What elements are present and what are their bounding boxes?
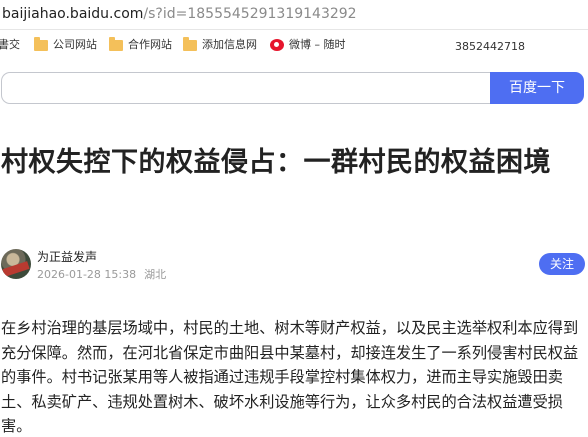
address-bar[interactable]: baijiahao.baidu.com/s?id=185554529131914… [0, 0, 588, 30]
bookmark-label: 微博 – 随时 [289, 38, 346, 51]
bookmark-item[interactable]: 書交 [0, 37, 20, 53]
url-path: /s?id=1855545291319143292 [143, 6, 357, 22]
article-title: 村权失控下的权益侵占：一群村民的权益困境 [1, 147, 551, 178]
weibo-icon [270, 39, 284, 51]
url-text[interactable]: baijiahao.baidu.com/s?id=185554529131914… [2, 5, 357, 23]
follow-button[interactable]: 关注 [539, 253, 585, 275]
avatar[interactable] [1, 249, 31, 279]
publish-date: 2026-01-28 15:38 [37, 268, 137, 281]
folder-icon [34, 36, 48, 51]
bookmark-label: 公司网站 [53, 38, 97, 51]
search-button[interactable]: 百度一下 [490, 72, 584, 104]
article-meta: 2026-01-28 15:38 湖北 [37, 268, 166, 281]
bookmark-item[interactable]: 合作网站 [109, 36, 172, 53]
bookmark-label: 合作网站 [128, 38, 172, 51]
url-host: baijiahao.baidu.com [2, 6, 144, 22]
bookmark-item[interactable]: 微博 – 随时 [270, 37, 346, 53]
bookmark-item[interactable]: 公司网站 [34, 36, 97, 53]
bookmark-item[interactable]: 添加信息网 [183, 36, 257, 53]
bookmark-label: 書交 [0, 38, 20, 51]
publish-location: 湖北 [144, 268, 167, 281]
phone-number: 3852442718 [455, 40, 525, 53]
search-input[interactable] [1, 72, 493, 104]
folder-icon [183, 36, 197, 51]
article-body: 在乡村治理的基层场域中，村民的土地、树木等财产权益，以及民主选举权利本应得到充分… [1, 319, 579, 435]
bookmark-label: 添加信息网 [202, 38, 257, 51]
folder-icon [109, 36, 123, 51]
author-name[interactable]: 为正益发声 [37, 250, 97, 264]
